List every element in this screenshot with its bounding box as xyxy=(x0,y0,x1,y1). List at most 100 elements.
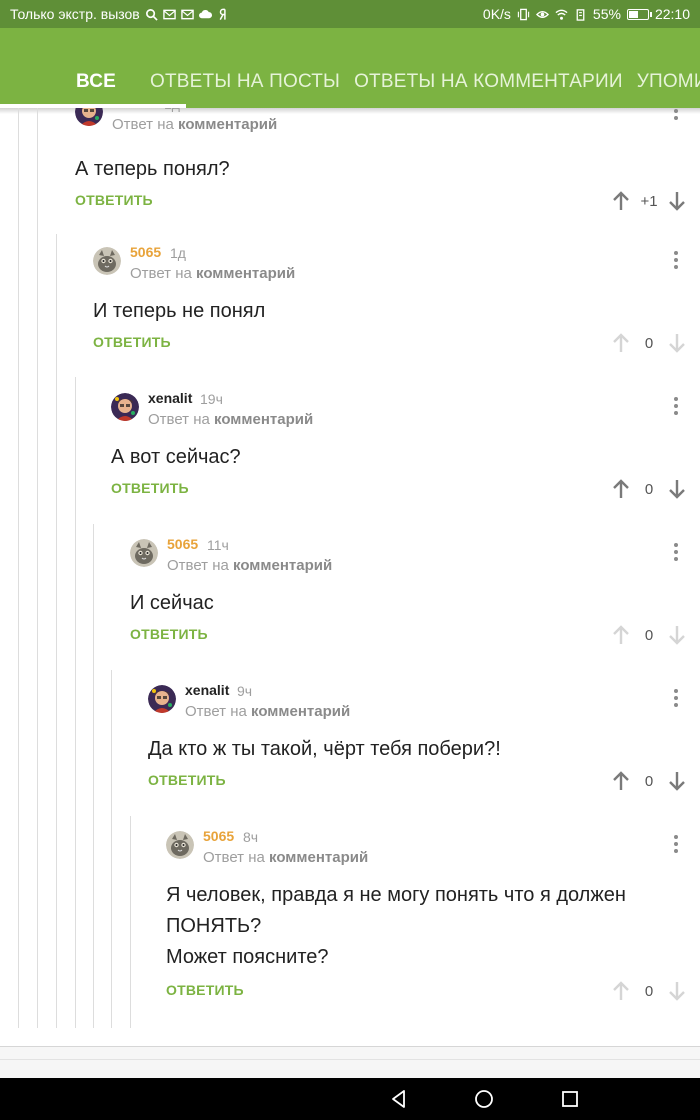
tab-post-replies[interactable]: ОТВЕТЫ НА ПОСТЫ xyxy=(144,56,347,108)
vote-controls: +1 xyxy=(612,190,686,212)
reply-button[interactable]: ОТВЕТИТЬ xyxy=(93,334,171,350)
comment-footer: ОТВЕТИТЬ 0 xyxy=(148,770,700,794)
reply-target-link[interactable]: комментарий xyxy=(269,849,368,866)
comment-author[interactable]: xenalit xyxy=(185,682,229,698)
vote-controls: 0 xyxy=(612,478,686,500)
tab-all[interactable]: ВСЕ xyxy=(0,56,144,108)
comment-text: А теперь понял? xyxy=(75,154,230,185)
avatar[interactable] xyxy=(93,247,121,275)
comment-text-line: ПОНЯТЬ? xyxy=(166,915,262,937)
avatar[interactable] xyxy=(148,685,176,713)
reply-button[interactable]: ОТВЕТИТЬ xyxy=(148,772,226,788)
reply-meta: Ответ на комментарий xyxy=(167,557,332,574)
upvote-arrow-icon[interactable] xyxy=(612,190,630,212)
comment-thread[interactable]: xenalit 1д Ответ на комментарий А теперь по… xyxy=(0,108,700,1048)
comment-score: 0 xyxy=(644,772,654,790)
upvote-arrow-icon[interactable] xyxy=(612,770,630,792)
upvote-arrow-icon[interactable] xyxy=(612,980,630,1002)
avatar[interactable] xyxy=(75,108,103,126)
comment-author[interactable]: xenalit xyxy=(148,390,192,406)
comment-author[interactable]: xenalit xyxy=(112,108,156,111)
comment-text-line: А вот сейчас? xyxy=(111,446,241,468)
reply-button[interactable]: ОТВЕТИТЬ xyxy=(166,982,244,998)
cloud-icon xyxy=(198,8,212,21)
thread-indent-line xyxy=(93,524,94,1028)
reply-meta: Ответ на комментарий xyxy=(185,703,350,720)
avatar[interactable] xyxy=(166,831,194,859)
battery-icon xyxy=(626,8,652,20)
reply-target-link[interactable]: комментарий xyxy=(214,411,313,428)
reply-button[interactable]: ОТВЕТИТЬ xyxy=(75,192,153,208)
comment-footer: ОТВЕТИТЬ 0 xyxy=(111,478,700,502)
reply-button[interactable]: ОТВЕТИТЬ xyxy=(111,480,189,496)
comment-time: 1д xyxy=(164,108,180,112)
more-options-icon[interactable] xyxy=(674,251,678,269)
downvote-arrow-icon[interactable] xyxy=(668,190,686,212)
reply-button[interactable]: ОТВЕТИТЬ xyxy=(130,626,208,642)
upvote-arrow-icon[interactable] xyxy=(612,624,630,646)
vote-controls: 0 xyxy=(612,332,686,354)
comment-score: 0 xyxy=(644,982,654,1000)
thread-indent-line xyxy=(130,816,131,1028)
avatar[interactable] xyxy=(111,393,139,421)
vibrate-icon xyxy=(517,8,530,21)
downvote-arrow-icon[interactable] xyxy=(668,980,686,1002)
thread-indent-line xyxy=(37,108,38,1028)
comment-footer: ОТВЕТИТЬ 0 xyxy=(130,624,700,648)
comment-time: 9ч xyxy=(237,683,253,699)
reply-target-link[interactable]: комментарий xyxy=(251,703,350,720)
downvote-arrow-icon[interactable] xyxy=(668,478,686,500)
comment-text-line: И теперь не понял xyxy=(93,300,266,322)
status-bar: Только экстр. вызов 0K/s 55% 22:10 xyxy=(0,0,700,28)
vote-controls: 0 xyxy=(612,624,686,646)
reply-target-link[interactable]: комментарий xyxy=(178,116,277,133)
tab-mentions[interactable]: УПОМИ xyxy=(630,56,700,108)
comment-time: 1д xyxy=(170,245,186,261)
reply-meta: Ответ на комментарий xyxy=(130,265,295,282)
more-options-icon[interactable] xyxy=(674,689,678,707)
network-speed: 0K/s xyxy=(482,6,511,22)
comment-text-line: И сейчас xyxy=(130,592,214,614)
reply-prefix: Ответ на xyxy=(148,411,210,428)
comment-score: 0 xyxy=(644,480,654,498)
downvote-arrow-icon[interactable] xyxy=(668,332,686,354)
more-options-icon[interactable] xyxy=(674,397,678,415)
comment-text-line: Я человек, правда я не могу понять что я… xyxy=(166,884,626,906)
thread-indent-line xyxy=(111,670,112,1028)
reply-target-link[interactable]: комментарий xyxy=(233,557,332,574)
comment: 5065 8ч Ответ на комментарий Я человек, пра… xyxy=(166,828,700,1010)
comment-author[interactable]: 5065 xyxy=(130,244,161,260)
more-options-icon[interactable] xyxy=(674,835,678,853)
comment: xenalit 9ч Ответ на комментарий Да кто ж ты… xyxy=(148,682,700,800)
bottom-strip xyxy=(0,1047,700,1078)
comment-text: А вот сейчас? xyxy=(111,442,241,473)
recents-icon[interactable] xyxy=(559,1088,581,1110)
navigation-bar xyxy=(0,1078,700,1120)
reply-meta: Ответ на комментарий xyxy=(112,116,277,133)
upvote-arrow-icon[interactable] xyxy=(612,332,630,354)
comment-header: xenalit 19ч Ответ на комментарий xyxy=(111,390,700,428)
thread-indent-line xyxy=(75,377,76,1028)
downvote-arrow-icon[interactable] xyxy=(668,770,686,792)
home-icon[interactable] xyxy=(473,1088,495,1110)
comment-author[interactable]: 5065 xyxy=(167,536,198,552)
tab-comment-replies[interactable]: ОТВЕТЫ НА КОММЕНТАРИИ xyxy=(347,56,630,108)
comment-text-line: Может поясните? xyxy=(166,946,329,968)
vote-controls: 0 xyxy=(612,980,686,1002)
downvote-arrow-icon[interactable] xyxy=(668,624,686,646)
mail-icon xyxy=(162,8,176,21)
comment-header: 5065 11ч Ответ на комментарий xyxy=(130,536,700,574)
more-options-icon[interactable] xyxy=(674,543,678,561)
divider xyxy=(0,1059,700,1060)
thread-indent-line xyxy=(56,234,57,1028)
back-icon[interactable] xyxy=(388,1088,410,1110)
comment-score: 0 xyxy=(644,626,654,644)
reply-target-link[interactable]: комментарий xyxy=(196,265,295,282)
comment-author[interactable]: 5065 xyxy=(203,828,234,844)
avatar[interactable] xyxy=(130,539,158,567)
reply-prefix: Ответ на xyxy=(185,703,247,720)
comment: xenalit 1д Ответ на комментарий А теперь по… xyxy=(75,108,700,220)
comment: 5065 1д Ответ на комментарий И теперь не по… xyxy=(93,244,700,362)
more-options-icon[interactable] xyxy=(674,108,678,120)
upvote-arrow-icon[interactable] xyxy=(612,478,630,500)
